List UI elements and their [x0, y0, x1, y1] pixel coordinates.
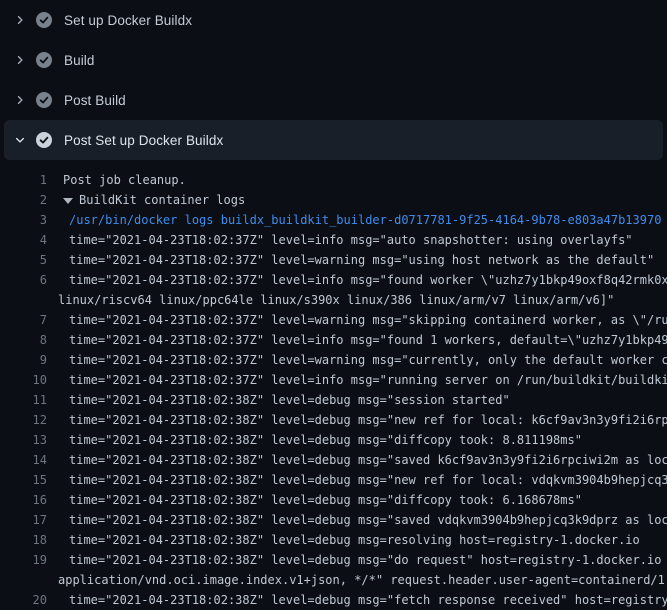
log-line: 15 time="2021-04-23T18:02:38Z" level=deb…	[0, 470, 667, 490]
log-line-text: time="2021-04-23T18:02:38Z" level=debug …	[47, 510, 667, 530]
log-line-text: time="2021-04-23T18:02:38Z" level=debug …	[47, 490, 667, 510]
chevron-icon[interactable]	[12, 92, 28, 108]
log-line-text: time="2021-04-23T18:02:38Z" level=debug …	[47, 590, 667, 610]
chevron-icon[interactable]	[12, 52, 28, 68]
log-line: 2 BuildKit container logs	[0, 190, 667, 210]
check-circle-icon	[36, 132, 52, 148]
log-line: 8 time="2021-04-23T18:02:37Z" level=info…	[0, 330, 667, 350]
log-line-number: 16	[0, 490, 47, 510]
log-line-number: 2	[0, 190, 47, 210]
check-circle-icon	[36, 92, 52, 108]
log-line-text: time="2021-04-23T18:02:38Z" level=debug …	[47, 450, 667, 470]
log-line: 14 time="2021-04-23T18:02:38Z" level=deb…	[0, 450, 667, 470]
log-line: 10 time="2021-04-23T18:02:37Z" level=inf…	[0, 370, 667, 390]
log-line-text: time="2021-04-23T18:02:37Z" level=warnin…	[47, 250, 667, 270]
log-line-number: 12	[0, 410, 47, 430]
step-header-build[interactable]: Build	[0, 40, 667, 80]
log-line-text: Post job cleanup.	[47, 170, 667, 190]
group-collapse-triangle-icon[interactable]	[63, 198, 73, 204]
log-line-text: time="2021-04-23T18:02:37Z" level=info m…	[47, 230, 667, 250]
log-line-number: 6	[0, 270, 47, 290]
log-area: 1 Post job cleanup. 2 BuildKit container…	[0, 160, 667, 610]
log-line-number: 9	[0, 350, 47, 370]
log-line: 7 time="2021-04-23T18:02:37Z" level=warn…	[0, 310, 667, 330]
log-line-text: time="2021-04-23T18:02:38Z" level=debug …	[47, 390, 667, 410]
step-header-set-up-docker-buildx[interactable]: Set up Docker Buildx	[0, 0, 667, 40]
log-line-number: 17	[0, 510, 47, 530]
log-line-number: 4	[0, 230, 47, 250]
log-line-number: 7	[0, 310, 47, 330]
log-line-number: 5	[0, 250, 47, 270]
log-line-number: 10	[0, 370, 47, 390]
log-line-number: 20	[0, 590, 47, 610]
log-line-number: 14	[0, 450, 47, 470]
log-line: 3 /usr/bin/docker logs buildx_buildkit_b…	[0, 210, 667, 230]
log-line: 9 time="2021-04-23T18:02:37Z" level=warn…	[0, 350, 667, 370]
check-circle-icon	[36, 12, 52, 28]
log-line-number: 15	[0, 470, 47, 490]
log-line: 19 time="2021-04-23T18:02:38Z" level=deb…	[0, 550, 667, 590]
log-line-number: 8	[0, 330, 47, 350]
group-title[interactable]: BuildKit container logs	[79, 193, 245, 207]
step-header-post-build[interactable]: Post Build	[0, 80, 667, 120]
log-line: 20 time="2021-04-23T18:02:38Z" level=deb…	[0, 590, 667, 610]
log-line: 13 time="2021-04-23T18:02:38Z" level=deb…	[0, 430, 667, 450]
log-line: 16 time="2021-04-23T18:02:38Z" level=deb…	[0, 490, 667, 510]
log-line: 17 time="2021-04-23T18:02:38Z" level=deb…	[0, 510, 667, 530]
log-line-text: BuildKit container logs	[47, 190, 667, 210]
log-line: 6 time="2021-04-23T18:02:37Z" level=info…	[0, 270, 667, 310]
log-line-number: 3	[0, 210, 47, 230]
log-line-text: time="2021-04-23T18:02:38Z" level=debug …	[47, 550, 667, 590]
log-line-text: time="2021-04-23T18:02:37Z" level=info m…	[47, 270, 667, 310]
step-header-post-set-up-docker-buildx[interactable]: Post Set up Docker Buildx	[4, 120, 663, 160]
log-line-text: time="2021-04-23T18:02:38Z" level=debug …	[47, 470, 667, 490]
log-line-text: time="2021-04-23T18:02:37Z" level=info m…	[47, 370, 667, 390]
log-line: 18 time="2021-04-23T18:02:38Z" level=deb…	[0, 530, 667, 550]
check-circle-icon	[36, 52, 52, 68]
log-line: 12 time="2021-04-23T18:02:38Z" level=deb…	[0, 410, 667, 430]
log-line-number: 19	[0, 550, 47, 570]
log-line-number: 11	[0, 390, 47, 410]
step-title: Post Set up Docker Buildx	[64, 133, 223, 148]
step-list: Set up Docker Buildx Build P	[0, 0, 667, 160]
log-line-text: time="2021-04-23T18:02:37Z" level=warnin…	[47, 310, 667, 330]
log-line-text: time="2021-04-23T18:02:38Z" level=debug …	[47, 530, 667, 550]
log-line: 1 Post job cleanup.	[0, 170, 667, 190]
log-line-text: time="2021-04-23T18:02:37Z" level=warnin…	[47, 350, 667, 370]
log-line-text: time="2021-04-23T18:02:37Z" level=info m…	[47, 330, 667, 350]
step-title: Set up Docker Buildx	[64, 13, 192, 28]
log-line-text: time="2021-04-23T18:02:38Z" level=debug …	[47, 430, 667, 450]
log-line-number: 13	[0, 430, 47, 450]
log-line: 5 time="2021-04-23T18:02:37Z" level=warn…	[0, 250, 667, 270]
log-line-text: time="2021-04-23T18:02:38Z" level=debug …	[47, 410, 667, 430]
chevron-icon[interactable]	[12, 12, 28, 28]
chevron-icon[interactable]	[12, 132, 28, 148]
log-line: 4 time="2021-04-23T18:02:37Z" level=info…	[0, 230, 667, 250]
log-line-number: 18	[0, 530, 47, 550]
actions-log-viewer: Set up Docker Buildx Build P	[0, 0, 667, 610]
step-title: Post Build	[64, 93, 126, 108]
log-line: 11 time="2021-04-23T18:02:38Z" level=deb…	[0, 390, 667, 410]
log-command-text: /usr/bin/docker logs buildx_buildkit_bui…	[47, 210, 667, 230]
step-title: Build	[64, 53, 95, 68]
log-line-number: 1	[0, 170, 47, 190]
